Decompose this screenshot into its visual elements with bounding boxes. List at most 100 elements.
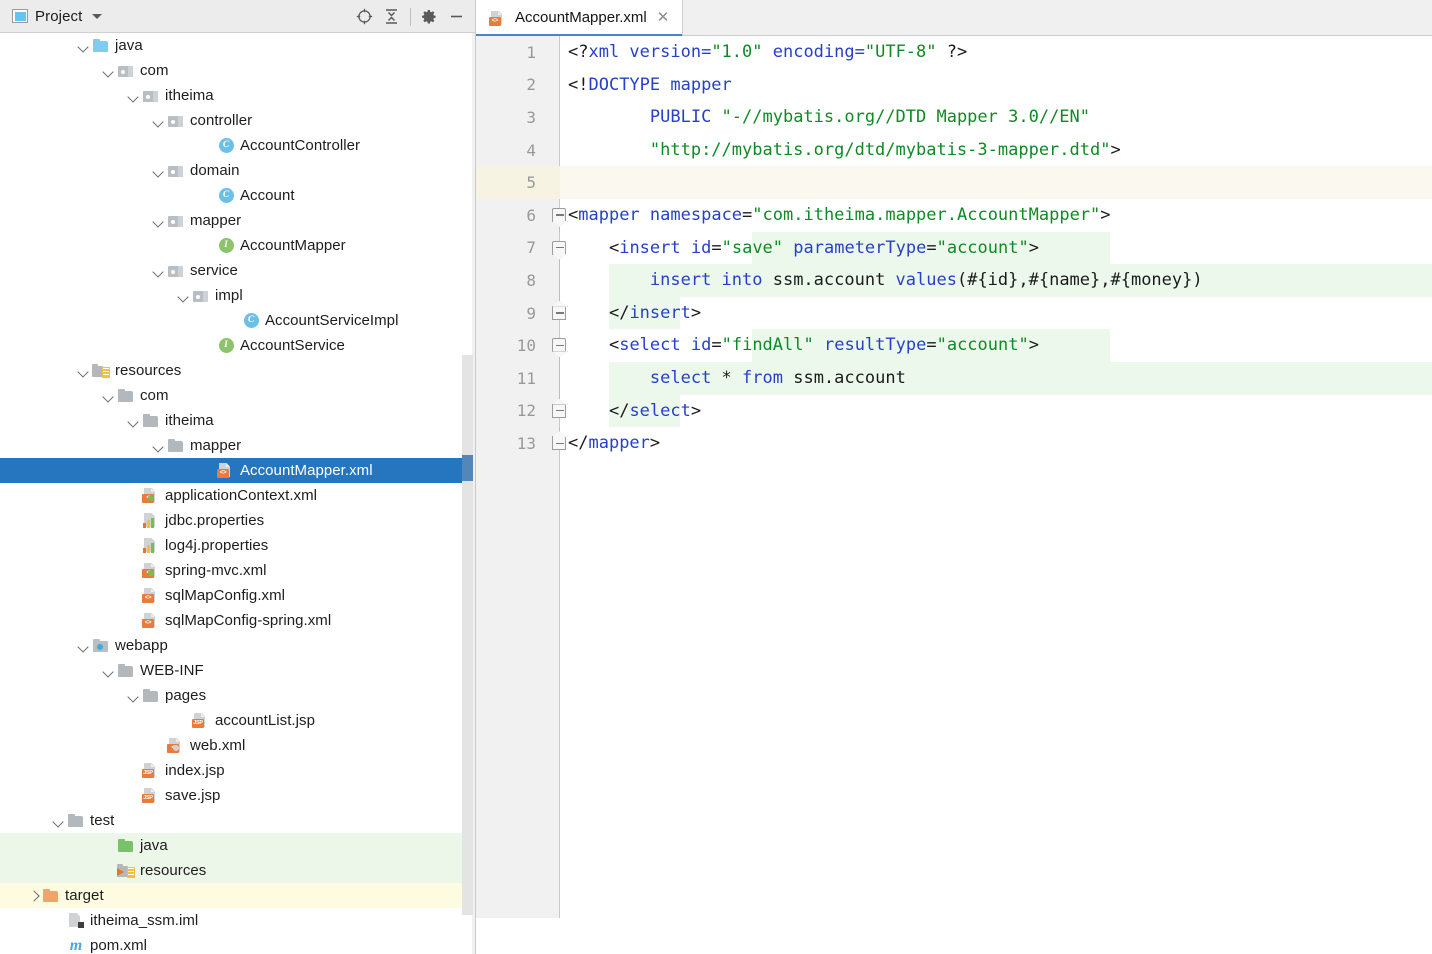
line-number: 7 [526, 238, 536, 258]
code-editor[interactable]: 1 <?xml version="1.0" encoding="UTF-8" ?>… [476, 36, 1432, 918]
tree-row-itheima[interactable]: itheima [0, 408, 475, 433]
fold-collapse-icon[interactable] [552, 240, 566, 255]
tree-row-controller[interactable]: controller [0, 108, 475, 133]
tree-row-label: impl [215, 287, 243, 304]
project-scrollbar-thumb[interactable] [462, 455, 473, 481]
chevron-down-icon[interactable] [128, 690, 140, 702]
tree-row-service[interactable]: service [0, 258, 475, 283]
chevron-down-icon[interactable] [178, 290, 190, 302]
code-line-8[interactable]: 8 insert into ssm.account values(#{id},#… [476, 264, 1432, 297]
tree-row-mapper[interactable]: mapper [0, 433, 475, 458]
chevron-down-icon[interactable] [153, 115, 165, 127]
code-line-7[interactable]: 7 <insert id="save" parameterType="accou… [476, 231, 1432, 265]
chevron-down-icon[interactable] [153, 165, 165, 177]
fold-gutter[interactable] [550, 199, 568, 232]
chevron-down-icon[interactable] [53, 815, 65, 827]
tree-row-java[interactable]: java [0, 833, 475, 858]
fold-end-icon[interactable] [552, 436, 566, 451]
locate-icon[interactable] [351, 3, 378, 30]
hide-panel-icon[interactable] [443, 3, 470, 30]
tree-row-index-jsp[interactable]: JSP index.jsp [0, 758, 475, 783]
code-line-5[interactable]: 5 [476, 166, 1432, 199]
fold-end-icon[interactable] [552, 305, 566, 320]
tree-row-resources[interactable]: resources [0, 858, 475, 883]
fold-gutter[interactable] [550, 264, 568, 297]
line-number: 6 [526, 205, 536, 225]
tree-row-accountcontroller[interactable]: C AccountController [0, 133, 475, 158]
tree-row-pages[interactable]: pages [0, 683, 475, 708]
tree-row-itheima-ssm-iml[interactable]: itheima_ssm.iml [0, 908, 475, 933]
fold-collapse-icon[interactable] [552, 338, 566, 353]
tree-row-web-xml[interactable]: < web.xml [0, 733, 475, 758]
code-line-6[interactable]: 6 <mapper namespace="com.itheima.mapper.A… [476, 199, 1432, 232]
fold-gutter[interactable] [550, 427, 568, 460]
tree-row-jdbc-properties[interactable]: jdbc.properties [0, 508, 475, 533]
project-scrollbar-track[interactable] [462, 355, 473, 915]
tree-row-com[interactable]: com [0, 383, 475, 408]
fold-gutter[interactable] [550, 394, 568, 428]
tree-row-test[interactable]: test [0, 808, 475, 833]
tree-row-sqlmapconfig-spring-xml[interactable]: <> sqlMapConfig-spring.xml [0, 608, 475, 633]
fold-gutter[interactable] [550, 329, 568, 363]
code-line-12[interactable]: 12 </select> [476, 394, 1432, 428]
tree-row-account[interactable]: C Account [0, 183, 475, 208]
project-view-selector[interactable]: Project [2, 3, 110, 29]
tree-row-save-jsp[interactable]: JSP save.jsp [0, 783, 475, 808]
tree-row-log4j-properties[interactable]: log4j.properties [0, 533, 475, 558]
fold-collapse-icon[interactable] [552, 207, 566, 222]
tree-row-spring-mvc-xml[interactable]: < spring-mvc.xml [0, 558, 475, 583]
collapse-all-icon[interactable] [378, 3, 405, 30]
chevron-down-icon[interactable] [153, 215, 165, 227]
tree-row-accountlist-jsp[interactable]: JSP accountList.jsp [0, 708, 475, 733]
chevron-down-icon[interactable] [78, 640, 90, 652]
tree-row-pom-xml[interactable]: m pom.xml [0, 933, 475, 954]
tree-row-accountservice[interactable]: I AccountService [0, 333, 475, 358]
fold-gutter[interactable] [550, 232, 568, 265]
chevron-down-icon[interactable] [153, 265, 165, 277]
chevron-down-icon[interactable] [103, 65, 115, 77]
tree-row-java[interactable]: java [0, 33, 475, 58]
code-line-1[interactable]: 1 <?xml version="1.0" encoding="UTF-8" ?> [476, 36, 1432, 69]
code-line-11[interactable]: 11 select * from ssm.account [476, 361, 1432, 395]
tree-row-com[interactable]: com [0, 58, 475, 83]
tree-row-resources[interactable]: resources [0, 358, 475, 383]
settings-gear-icon[interactable] [416, 3, 443, 30]
code-line-13[interactable]: 13 </mapper> [476, 427, 1432, 460]
fold-gutter[interactable] [550, 296, 568, 330]
tree-row-impl[interactable]: impl [0, 283, 475, 308]
tree-row-web-inf[interactable]: WEB-INF [0, 658, 475, 683]
code-line-4[interactable]: 4 "http://mybatis.org/dtd/mybatis-3-mapp… [476, 134, 1432, 167]
project-window-icon [12, 9, 28, 23]
chevron-right-icon[interactable] [28, 890, 40, 902]
jsp-file-icon: JSP [142, 762, 160, 779]
tree-row-applicationcontext-xml[interactable]: < applicationContext.xml [0, 483, 475, 508]
chevron-down-icon[interactable] [153, 440, 165, 452]
tree-row-accountmapper[interactable]: I AccountMapper [0, 233, 475, 258]
chevron-down-icon[interactable] [128, 90, 140, 102]
code-line-2[interactable]: 2 <!DOCTYPE mapper [476, 69, 1432, 102]
chevron-down-icon[interactable] [78, 40, 90, 52]
fold-gutter[interactable] [550, 361, 568, 395]
tree-row-label: pom.xml [90, 937, 148, 954]
chevron-down-icon[interactable] [103, 665, 115, 677]
tree-row-webapp[interactable]: webapp [0, 633, 475, 658]
project-tree[interactable]: java com itheima controller C AccountControll… [0, 33, 475, 954]
tree-row-accountserviceimpl[interactable]: C AccountServiceImpl [0, 308, 475, 333]
code-line-3[interactable]: 3 PUBLIC "-//mybatis.org//DTD Mapper 3.0… [476, 101, 1432, 134]
code-line-10[interactable]: 10 <select id="findAll" resultType="acco… [476, 329, 1432, 363]
chevron-down-icon[interactable] [128, 415, 140, 427]
tree-row-sqlmapconfig-xml[interactable]: <> sqlMapConfig.xml [0, 583, 475, 608]
tree-row-itheima[interactable]: itheima [0, 83, 475, 108]
chevron-down-icon[interactable] [78, 365, 90, 377]
tree-row-target[interactable]: target [0, 883, 475, 908]
tree-row-domain[interactable]: domain [0, 158, 475, 183]
tree-row-accountmapper-xml[interactable]: <> AccountMapper.xml [0, 458, 475, 483]
close-icon[interactable]: ✕ [655, 10, 672, 25]
tree-row-mapper[interactable]: mapper [0, 208, 475, 233]
code-line-9[interactable]: 9 </insert> [476, 296, 1432, 330]
chevron-down-icon[interactable] [103, 390, 115, 402]
fold-end-icon[interactable] [552, 403, 566, 418]
editor-tab-accountmapper-xml[interactable]: <> AccountMapper.xml ✕ [476, 0, 684, 36]
